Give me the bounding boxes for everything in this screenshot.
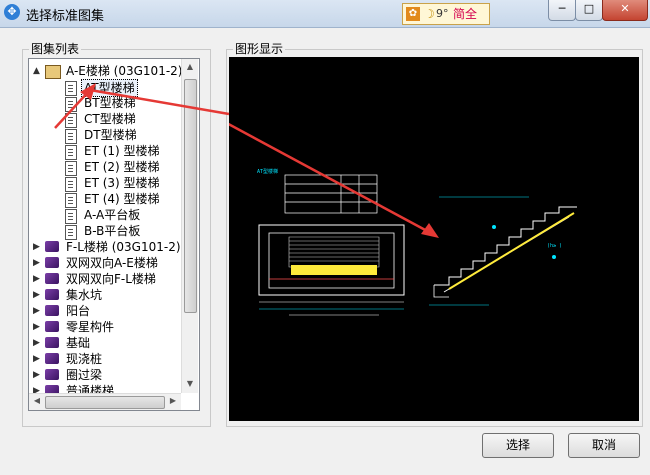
atlas-list-title: 图集列表 [29, 42, 82, 56]
expand-icon[interactable]: ▶ [33, 307, 42, 316]
expand-icon[interactable]: ▶ [33, 275, 42, 284]
expand-icon[interactable]: ▶ [33, 339, 42, 348]
book-icon [45, 289, 59, 300]
tree-item-label: A-A平台板 [84, 208, 141, 222]
expand-icon[interactable]: ▶ [33, 243, 42, 252]
tree-item-label: ET (1) 型楼梯 [84, 144, 160, 158]
horizontal-scrollbar[interactable]: ◀ ▶ [29, 393, 181, 410]
tree-item-label: 现浇桩 [66, 352, 103, 366]
book-icon [45, 337, 59, 348]
tree-item-label: A-E楼梯 (03G101-2) [66, 64, 183, 78]
title-bar: ✥ 选择标准图集 ✿ ☽ 9° 简全 ─ □ ✕ [0, 0, 650, 28]
book-icon [45, 369, 59, 380]
moon-icon: ☽ [424, 7, 435, 21]
book-icon [45, 305, 59, 316]
collapse-icon[interactable]: ▲ [33, 67, 42, 76]
document-icon [65, 209, 77, 224]
document-icon [65, 225, 77, 240]
scroll-up-icon[interactable]: ▲ [183, 62, 197, 71]
plan-title: AT型楼梯 [257, 168, 278, 175]
tree-item-label: ET (2) 型楼梯 [84, 160, 160, 174]
ime-logo-icon: ✿ [406, 7, 420, 21]
tree-item-label: 集水坑 [66, 288, 103, 302]
tree-item-label: 阳台 [66, 304, 91, 318]
expand-icon[interactable]: ▶ [33, 291, 42, 300]
window-title: 选择标准图集 [26, 9, 105, 24]
cancel-button[interactable]: 取消 [568, 433, 640, 458]
graphic-display-title: 图形显示 [233, 42, 286, 56]
select-button[interactable]: 选择 [482, 433, 554, 458]
close-button[interactable]: ✕ [602, 0, 648, 21]
minimize-button[interactable]: ─ [548, 0, 576, 21]
tree-item-label: ET (3) 型楼梯 [84, 176, 160, 190]
tree-item-label: 双网双向A-E楼梯 [66, 256, 158, 270]
section-view [429, 196, 577, 306]
expand-icon[interactable]: ▶ [33, 323, 42, 332]
drawing-preview: AT型楼梯 (h≥) [229, 57, 639, 421]
tree-item-label: ET (4) 型楼梯 [84, 192, 160, 206]
plan-view [258, 224, 405, 316]
document-icon [65, 193, 77, 208]
book-icon [45, 353, 59, 364]
expand-icon[interactable]: ▶ [33, 371, 42, 380]
maximize-button[interactable]: □ [575, 0, 603, 21]
tree-item-label: 圈过梁 [66, 368, 103, 382]
tree-item-label: 双网双向F-L楼梯 [66, 272, 156, 286]
scroll-down-icon[interactable]: ▼ [183, 379, 197, 388]
app-icon: ✥ [4, 4, 20, 20]
book-icon [45, 257, 59, 268]
book-icon [45, 321, 59, 332]
annotation-arrow [229, 122, 439, 238]
ime-label[interactable]: 简全 [453, 4, 477, 24]
expand-icon[interactable]: ▶ [33, 259, 42, 268]
book-icon [45, 273, 59, 284]
scroll-left-icon[interactable]: ◀ [30, 396, 44, 405]
info-table [284, 174, 378, 214]
horizontal-scroll-thumb[interactable] [45, 396, 165, 409]
expand-icon[interactable]: ▶ [33, 355, 42, 364]
ime-toolbar[interactable]: ✿ ☽ 9° 简全 [402, 3, 490, 25]
document-icon [65, 161, 77, 176]
annotation-arrow-left [54, 83, 230, 129]
document-icon [65, 145, 77, 160]
open-book-icon [45, 65, 61, 79]
tree-item-label: B-B平台板 [84, 224, 141, 238]
scroll-right-icon[interactable]: ▶ [166, 396, 180, 405]
book-icon [45, 241, 59, 252]
ime-mode[interactable]: 9° [436, 4, 449, 24]
tree-item-label: 零星构件 [66, 320, 115, 334]
stair-drawing: AT型楼梯 (h≥) [229, 122, 577, 316]
tree-item-label: F-L楼梯 (03G101-2) [66, 240, 181, 254]
document-icon [65, 177, 77, 192]
section-label: (h≥ ) [547, 243, 562, 249]
tree-item-label: 基础 [66, 336, 91, 350]
